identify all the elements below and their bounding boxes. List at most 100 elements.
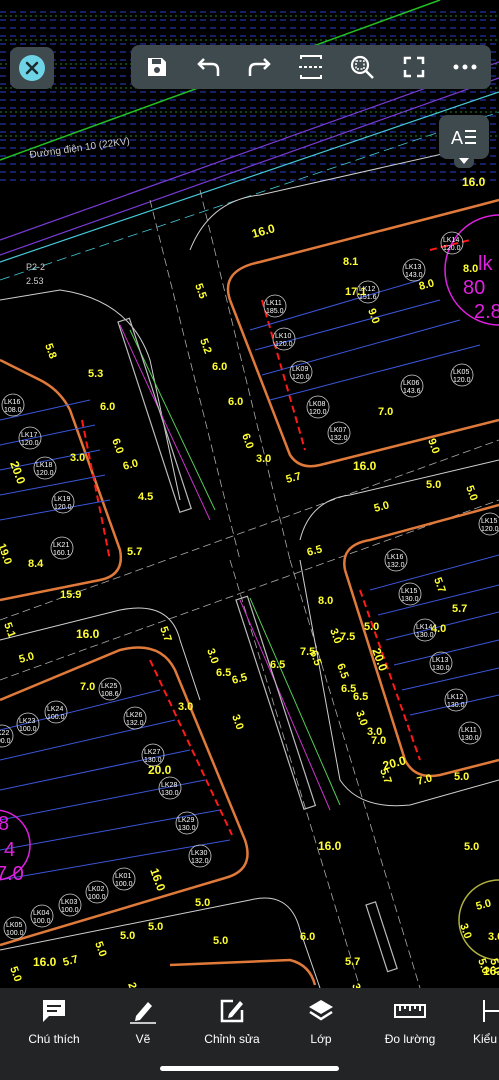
close-button[interactable] <box>10 47 54 89</box>
nav-style[interactable]: Kiểu <box>459 998 499 1046</box>
lot-marker: LK13130.0 <box>429 651 453 675</box>
dimension-label: 3.0 <box>457 922 474 940</box>
lot-marker: LK15120.0 <box>478 512 499 536</box>
redo-button[interactable] <box>242 49 278 85</box>
lot-marker: LK12151.6 <box>356 280 380 304</box>
dimension-label: 5.0 <box>92 940 109 958</box>
lot-marker: LK23100.0 <box>16 712 40 736</box>
lot-id: LK14 <box>416 624 432 631</box>
dimension-label: 20.0 <box>148 763 172 777</box>
lot-id: LK11 <box>461 727 477 734</box>
lot-marker: LK10120.0 <box>272 327 296 351</box>
cad-drawing-canvas[interactable]: 16.0 5.5 8.1 17.1 9.0 8.0 8.0 5.2 6.0 6.0 6.0 3.0 7.… <box>0 0 499 988</box>
lot-area: 120.0 <box>443 245 461 252</box>
dimension-label: 5.0 <box>464 841 479 853</box>
lot-area: 120.0 <box>481 526 499 533</box>
setback-lines <box>81 239 471 836</box>
lot-marker: LK04100.0 <box>30 904 54 928</box>
lot-marker: LK25108.6 <box>98 677 122 701</box>
nav-draw[interactable]: Vẽ <box>103 998 183 1046</box>
big-lot-label: lk <box>478 253 493 275</box>
dimension-label: 5.0 <box>463 484 480 502</box>
annotation-labels: Đường điện 10 (22KV) P2-2 2.53 lk 80 2.8… <box>0 136 499 885</box>
lot-marker: LK26132.0 <box>123 706 147 730</box>
fit-width-button[interactable] <box>293 49 329 85</box>
fullscreen-button[interactable] <box>396 49 432 85</box>
lot-area: 100.0 <box>61 907 79 914</box>
lot-area: 130.0 <box>447 702 465 709</box>
lot-marker: LK16132.0 <box>384 548 408 572</box>
lot-id: LK24 <box>47 706 63 713</box>
big-lot-28: 2.8 <box>474 301 499 323</box>
lot-area: 151.6 <box>359 294 377 301</box>
nav-measure[interactable]: Đo lường <box>370 998 450 1046</box>
text-layers-toggle[interactable]: A <box>439 115 489 168</box>
lot-area: 100.0 <box>115 881 133 888</box>
dimension-label: 3.0 <box>256 453 271 465</box>
lot-area: 120.0 <box>21 440 39 447</box>
lot-id: LK21 <box>53 542 69 549</box>
lot-area: 120.0 <box>453 377 471 384</box>
lot-area: 143.6 <box>403 388 421 395</box>
lot-id: LK30 <box>191 850 207 857</box>
svg-text:A: A <box>451 128 463 147</box>
lot-marker: LK30132.0 <box>188 844 212 868</box>
dimension-label: 5.3 <box>88 368 103 380</box>
dimension-label: 3.0 <box>488 931 499 943</box>
dimension-label: 9.0 <box>425 437 442 455</box>
nav-annotate-label: Chú thích <box>28 1032 80 1046</box>
nav-layers-label: Lớp <box>310 1032 332 1046</box>
lot-id: LK11 <box>266 300 282 307</box>
dimension-label: 2.0 <box>125 981 142 988</box>
lot-id: LK10 <box>275 333 291 340</box>
more-button[interactable] <box>447 49 483 85</box>
lot-area: 132.0 <box>330 435 348 442</box>
style-icon <box>483 1000 499 1022</box>
dimension-label: 3.0 <box>204 647 221 665</box>
dimension-label: 5.0 <box>7 965 24 983</box>
lot-id: LK16 <box>4 399 20 406</box>
lot-id: LK03 <box>61 899 77 906</box>
dimension-label: 5.7 <box>285 470 303 486</box>
lot-id: LK05 <box>6 922 22 929</box>
dimension-label: 5.7 <box>127 546 142 558</box>
lot-id: LK13 <box>432 657 448 664</box>
dimension-label: 8.4 <box>28 558 44 570</box>
left-big-2: 4 <box>4 839 15 861</box>
dimension-label: 5.8 <box>42 342 59 360</box>
dimension-label: 8.0 <box>463 263 478 275</box>
nav-layers[interactable]: Lớp <box>281 998 361 1046</box>
lot-id: LK09 <box>292 366 308 373</box>
dimension-label: 5.0 <box>18 650 36 666</box>
undo-button[interactable] <box>190 49 226 85</box>
lot-marker: LK27130.0 <box>141 743 165 767</box>
lot-id: LK14 <box>443 237 459 244</box>
save-button[interactable] <box>139 49 175 85</box>
dimension-label: 7.0 <box>80 681 95 693</box>
nav-annotate[interactable]: Chú thích <box>14 998 94 1046</box>
zoom-window-button[interactable] <box>344 49 380 85</box>
dimension-label: 8.0 <box>318 595 333 607</box>
lot-area: 120.0 <box>54 504 72 511</box>
lot-area: 130.0 <box>144 757 162 764</box>
lot-area: 143.0 <box>405 272 423 279</box>
dimension-label: 6.5 <box>306 543 324 559</box>
lot-area: 108.0 <box>4 407 22 414</box>
dimension-label: 6.0 <box>109 437 126 455</box>
nav-edit-label: Chỉnh sửa <box>204 1032 260 1046</box>
nav-draw-label: Vẽ <box>135 1032 151 1046</box>
dimension-label: 6.5 <box>307 649 324 667</box>
dimension-label: 6.5 <box>231 671 249 687</box>
dimension-label: 7.0 <box>416 772 434 788</box>
lot-marker: LK24100.0 <box>44 700 68 724</box>
p22-label: P2-2 <box>26 262 45 272</box>
lot-id: LK06 <box>403 380 419 387</box>
lot-id: LK12 <box>359 286 375 293</box>
ruler-icon <box>394 1004 426 1018</box>
lot-id: LK29 <box>178 817 194 824</box>
dimension-label: 5.0 <box>475 897 493 913</box>
dimension-label: 6.0 <box>239 432 256 450</box>
cad-drawing[interactable]: 16.05.58.117.19.08.08.05.26.06.06.03.07.… <box>0 0 499 988</box>
dimension-label: 5.0 <box>213 935 228 947</box>
nav-edit[interactable]: Chỉnh sửa <box>192 998 272 1046</box>
